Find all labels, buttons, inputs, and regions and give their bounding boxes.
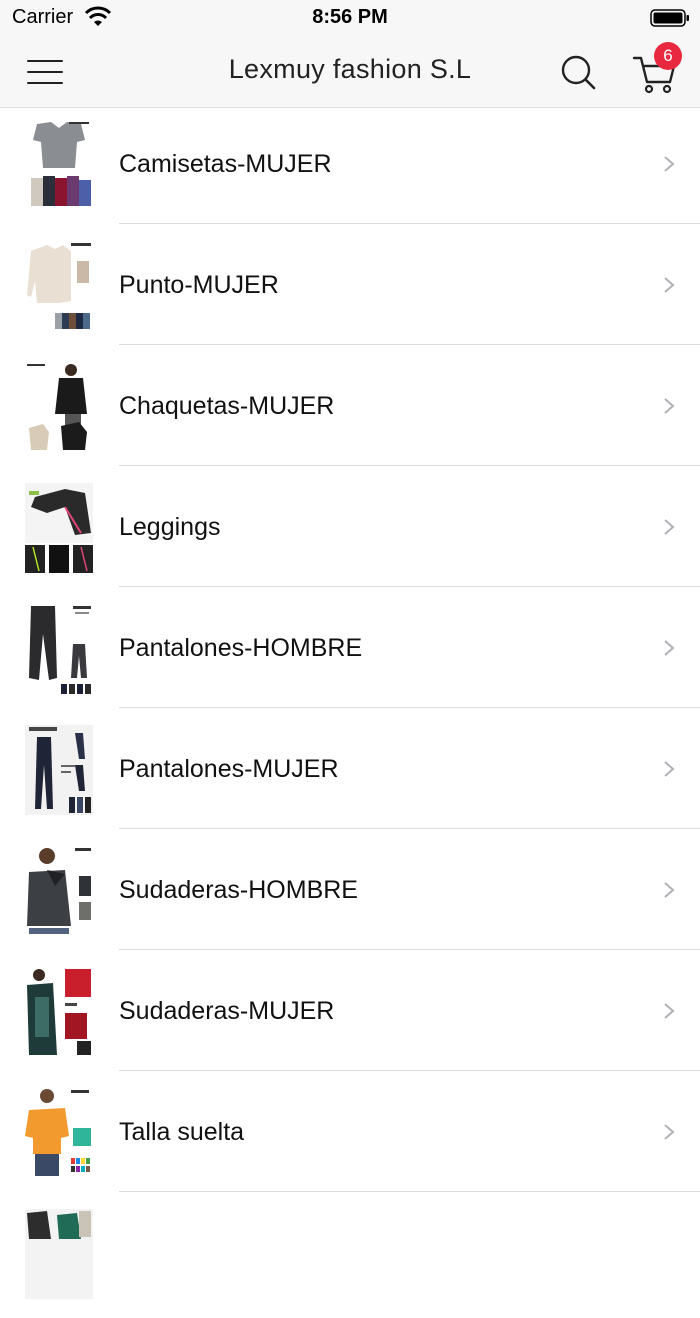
category-label: Chaquetas-MUJER [119,392,335,420]
category-label: Sudaderas-MUJER [119,997,335,1025]
list-item[interactable]: Sudaderas-HOMBRE [0,834,700,955]
category-thumbnail [25,846,93,936]
clock: 8:56 PM [312,6,388,28]
chevron-right-icon [664,882,675,898]
chevron-right-icon [664,519,675,535]
category-thumbnail [25,362,93,452]
category-thumbnail [25,967,93,1057]
category-thumbnail [25,483,93,573]
cart-count-badge: 6 [654,42,682,70]
divider [119,949,700,950]
list-item[interactable]: Sudaderas-MUJER [0,955,700,1076]
list-item[interactable]: Chaquetas-MUJER [0,350,700,471]
battery-icon [650,9,689,27]
category-label: Leggings [119,513,221,541]
list-item[interactable]: Talla suelta [0,1076,700,1197]
category-thumbnail [25,1209,93,1299]
menu-button[interactable] [24,56,66,88]
category-label: Pantalones-MUJER [119,755,339,783]
category-label: Sudaderas-HOMBRE [119,876,358,904]
hamburger-menu-icon [27,60,63,62]
list-item[interactable]: Camisetas-MUJER [0,108,700,229]
category-label: Talla suelta [119,1118,245,1146]
list-item[interactable] [0,1197,700,1318]
list-item[interactable]: Leggings [0,471,700,592]
category-label: Punto-MUJER [119,271,279,299]
divider [119,344,700,345]
search-button[interactable] [556,50,600,94]
list-item[interactable]: Punto-MUJER [0,229,700,350]
chevron-right-icon [664,156,675,172]
category-thumbnail [25,604,93,694]
hamburger-menu-icon-line [27,71,63,73]
list-item[interactable]: Pantalones-MUJER [0,713,700,834]
chevron-right-icon [664,761,675,777]
divider [119,465,700,466]
category-list: Camisetas-MUJER Punto-MUJER Chaquetas-MU… [0,108,700,1318]
search-icon [561,55,596,90]
hamburger-menu-icon-line [27,82,63,84]
chevron-right-icon [664,1003,675,1019]
chevron-right-icon [664,398,675,414]
divider [119,828,700,829]
navigation-bar: Lexmuy fashion S.L 6 [0,36,700,108]
category-thumbnail [25,725,93,815]
chevron-right-icon [664,1124,675,1140]
divider [119,707,700,708]
category-label: Pantalones-HOMBRE [119,634,363,662]
divider [119,1070,700,1071]
list-item[interactable]: Pantalones-HOMBRE [0,592,700,713]
chevron-right-icon [664,277,675,293]
divider [119,223,700,224]
category-thumbnail [25,241,93,331]
category-label: Camisetas-MUJER [119,150,332,178]
divider [119,586,700,587]
divider [119,1191,700,1192]
status-bar: Carrier 8:56 PM [0,0,700,36]
category-thumbnail [25,120,93,210]
chevron-right-icon [664,640,675,656]
category-thumbnail [25,1088,93,1178]
